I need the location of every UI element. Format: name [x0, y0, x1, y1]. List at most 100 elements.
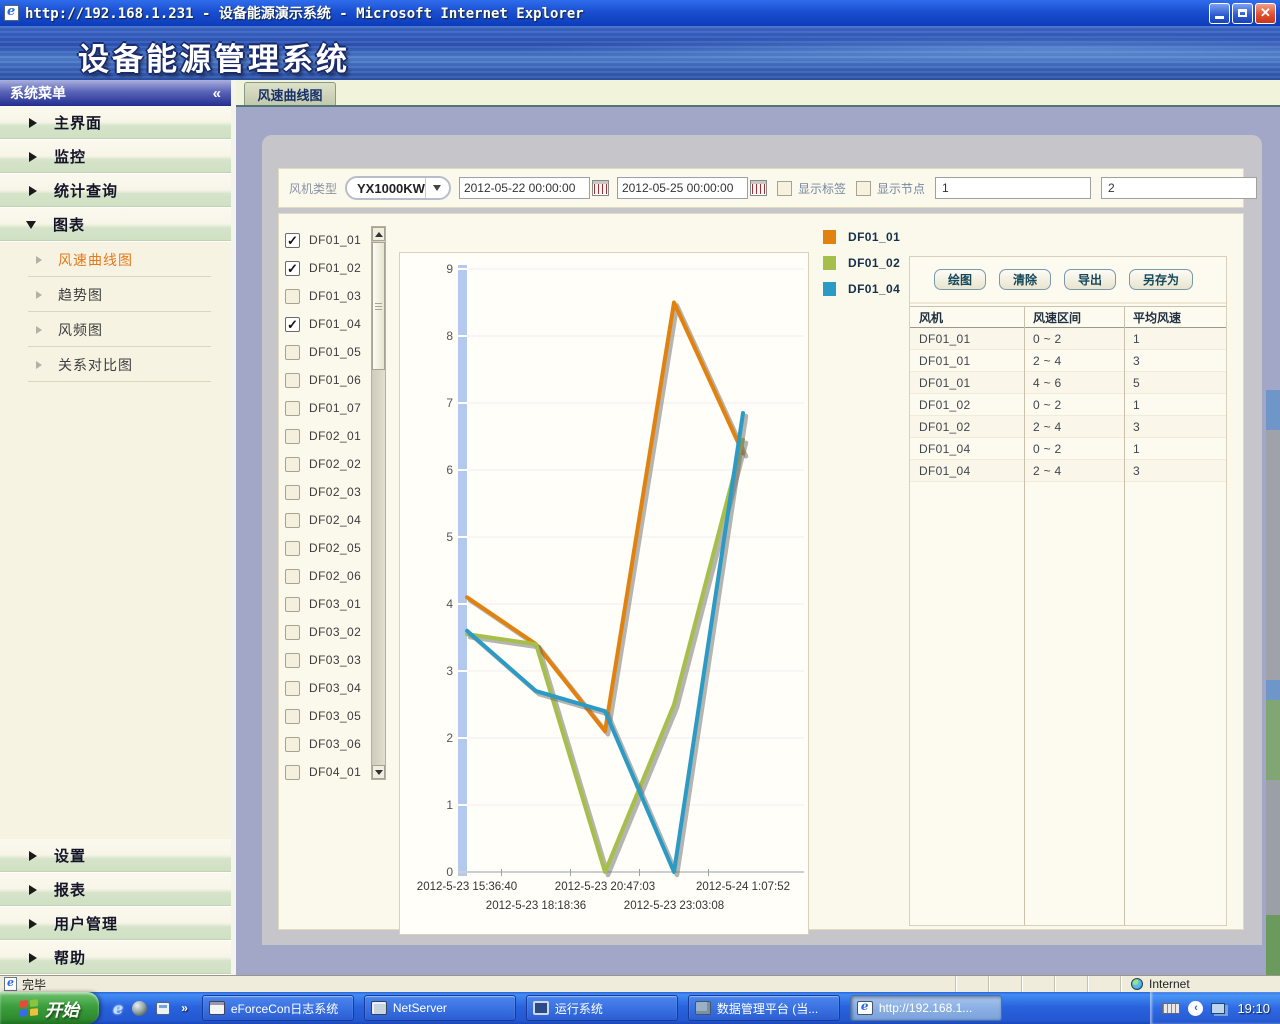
device-checkbox[interactable] [285, 737, 300, 752]
device-list-scrollbar[interactable] [371, 226, 386, 780]
date-to-input[interactable] [617, 177, 748, 199]
device-row[interactable]: DF01_05 [285, 338, 369, 366]
sidebar-collapse-icon[interactable]: « [213, 85, 221, 102]
sidebar-subitem-2[interactable]: 趋势图 [0, 277, 231, 312]
computer-icon [371, 1001, 387, 1015]
sidebar-header: 系统菜单 « [0, 80, 231, 106]
device-row[interactable]: DF03_02 [285, 618, 369, 646]
device-row[interactable]: ✓DF01_04 [285, 310, 369, 338]
device-row[interactable]: DF04_01 [285, 758, 369, 786]
sidebar-bottom-item-1[interactable]: 设置 [0, 839, 231, 873]
sidebar-item-4[interactable]: 图表 [0, 208, 231, 242]
device-checkbox[interactable]: ✓ [285, 317, 300, 332]
device-row[interactable]: DF03_01 [285, 590, 369, 618]
device-checkbox[interactable]: ✓ [285, 233, 300, 248]
sidebar-subitem-1[interactable]: 风速曲线图 [0, 242, 231, 277]
device-checkbox[interactable] [285, 457, 300, 472]
device-checkbox[interactable] [285, 653, 300, 668]
chevron-more-icon[interactable]: » [181, 1001, 188, 1015]
scroll-up-button[interactable] [372, 227, 385, 241]
device-checkbox[interactable] [285, 513, 300, 528]
sidebar-item-1[interactable]: 主界面 [0, 106, 231, 140]
device-row[interactable]: DF01_03 [285, 282, 369, 310]
sidebar-subitem-3[interactable]: 风频图 [0, 312, 231, 347]
device-row[interactable]: DF02_01 [285, 422, 369, 450]
table-cell: DF01_01 [910, 376, 1024, 390]
fan-type-dropdown[interactable]: YX1000KW [345, 176, 451, 200]
arrow-up-icon [375, 232, 383, 237]
device-checkbox[interactable] [285, 597, 300, 612]
app-shortcut-icon[interactable] [156, 1002, 170, 1015]
hide-icons-chevron[interactable]: ‹ [1188, 1001, 1203, 1016]
export-button[interactable]: 导出 [1064, 269, 1116, 290]
param2-input[interactable] [1101, 177, 1257, 199]
device-row[interactable]: DF02_05 [285, 534, 369, 562]
show-nodes-checkbox[interactable] [856, 181, 871, 196]
taskbar-task-button[interactable]: 数据管理平台 (当... [688, 995, 840, 1021]
device-checkbox[interactable] [285, 289, 300, 304]
device-row[interactable]: DF02_02 [285, 450, 369, 478]
start-button[interactable]: 开始 [0, 992, 99, 1024]
ie-icon[interactable]: e [113, 999, 123, 1018]
device-row[interactable]: DF03_05 [285, 702, 369, 730]
table-cell: 1 [1124, 332, 1226, 346]
device-checkbox[interactable] [285, 569, 300, 584]
calendar-icon[interactable] [592, 180, 609, 196]
date-from-input[interactable] [459, 177, 590, 199]
device-row[interactable]: DF02_06 [285, 562, 369, 590]
device-checkbox[interactable] [285, 625, 300, 640]
taskbar-task-button[interactable]: eForceCon日志系统 [202, 995, 354, 1021]
legend-label: DF01_02 [848, 256, 900, 270]
sidebar-bottom-item-2[interactable]: 报表 [0, 873, 231, 907]
device-row[interactable]: DF03_06 [285, 730, 369, 758]
taskbar-task-button[interactable]: http://192.168.1... [850, 995, 1002, 1021]
param1-input[interactable] [935, 177, 1091, 199]
device-label: DF01_03 [309, 289, 361, 303]
device-checkbox[interactable] [285, 765, 300, 780]
device-row[interactable]: DF03_04 [285, 674, 369, 702]
device-checkbox[interactable] [285, 429, 300, 444]
y-tick-label: 6 [446, 463, 453, 477]
calendar-icon[interactable] [750, 180, 767, 196]
dropdown-arrow-button[interactable] [425, 178, 449, 198]
taskbar-task-button[interactable]: 运行系统 [526, 995, 678, 1021]
device-label: DF02_01 [309, 429, 361, 443]
close-button[interactable]: ✕ [1255, 3, 1276, 24]
device-row[interactable]: DF02_04 [285, 506, 369, 534]
task-label: eForceCon日志系统 [231, 1000, 338, 1017]
device-row[interactable]: ✓DF01_02 [285, 254, 369, 282]
keyboard-icon[interactable] [1162, 1003, 1180, 1014]
save-as-button[interactable]: 另存为 [1129, 269, 1193, 290]
device-checkbox[interactable] [285, 541, 300, 556]
device-checkbox[interactable] [285, 485, 300, 500]
show-labels-checkbox[interactable] [777, 181, 792, 196]
column-divider [1024, 306, 1025, 925]
sidebar-item-2[interactable]: 监控 [0, 140, 231, 174]
device-row[interactable]: DF02_03 [285, 478, 369, 506]
sphere-icon[interactable] [132, 1001, 147, 1016]
sidebar-bottom-item-4[interactable]: 帮助 [0, 941, 231, 975]
taskbar-task-button[interactable]: NetServer [364, 995, 516, 1021]
device-checkbox[interactable] [285, 709, 300, 724]
sidebar-item-3[interactable]: 统计查询 [0, 174, 231, 208]
device-checkbox[interactable] [285, 681, 300, 696]
scrollbar-thumb[interactable] [372, 242, 385, 370]
scroll-down-button[interactable] [372, 765, 385, 779]
tab-wind-speed-curve[interactable]: 风速曲线图 [244, 82, 336, 105]
draw-button[interactable]: 绘图 [934, 269, 986, 290]
device-row[interactable]: DF01_07 [285, 394, 369, 422]
network-icon[interactable] [1211, 1003, 1225, 1014]
device-checkbox[interactable] [285, 373, 300, 388]
device-row[interactable]: DF03_03 [285, 646, 369, 674]
device-checkbox[interactable] [285, 401, 300, 416]
sidebar-subitem-4[interactable]: 关系对比图 [0, 347, 231, 382]
device-row[interactable]: ✓DF01_01 [285, 226, 369, 254]
minimize-button[interactable] [1209, 3, 1230, 24]
sidebar-bottom-item-3[interactable]: 用户管理 [0, 907, 231, 941]
restore-button[interactable] [1232, 3, 1253, 24]
device-checkbox[interactable]: ✓ [285, 261, 300, 276]
device-checkbox[interactable] [285, 345, 300, 360]
device-label: DF02_05 [309, 541, 361, 555]
clear-button[interactable]: 清除 [999, 269, 1051, 290]
device-row[interactable]: DF01_06 [285, 366, 369, 394]
